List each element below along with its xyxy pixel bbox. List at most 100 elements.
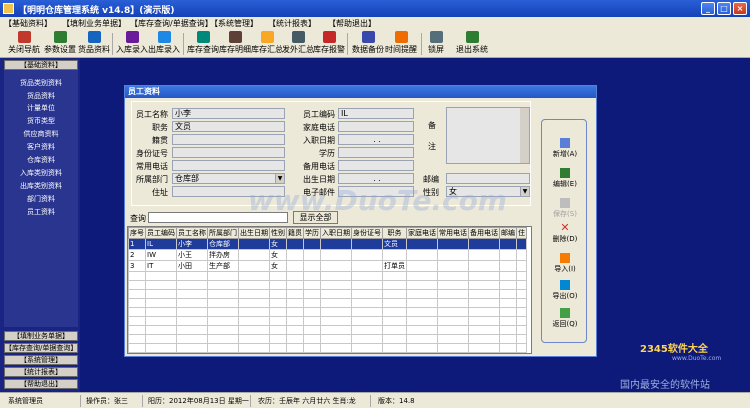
- lock-screen-button[interactable]: 锁屏: [428, 31, 444, 55]
- maximize-button[interactable]: □: [717, 2, 731, 15]
- backup-button[interactable]: 数据备份: [352, 31, 384, 55]
- remark-field[interactable]: [446, 107, 530, 164]
- table-cell: [382, 249, 407, 261]
- minimize-button[interactable]: _: [701, 2, 715, 15]
- dialog-title: 员工资料: [125, 86, 596, 98]
- menu-orders[interactable]: 【填制业务单据】: [62, 18, 126, 29]
- sidebar-item-customer[interactable]: 客户资料: [4, 142, 78, 152]
- sidebar-item-supplier[interactable]: 供应商资料: [4, 129, 78, 139]
- name-field[interactable]: 小李: [172, 108, 285, 119]
- menu-basic[interactable]: 【基础资料】: [4, 18, 52, 29]
- zip-field[interactable]: [446, 173, 530, 184]
- stock-out-button[interactable]: 出库录入: [148, 31, 180, 55]
- grid-header-cell[interactable]: 序号: [128, 227, 146, 239]
- table-cell: [406, 260, 438, 272]
- status-solar-date: 阳历：2012年08月13日 星期一: [148, 397, 249, 405]
- grid-header-cell[interactable]: 常用电话: [437, 227, 469, 239]
- grid-header-cell[interactable]: 备用电话: [468, 227, 500, 239]
- sidebar-item-goods[interactable]: 货品资料: [4, 91, 78, 101]
- edu-field[interactable]: [338, 147, 414, 158]
- empty-row: [128, 316, 527, 326]
- homephone-field[interactable]: [338, 121, 414, 132]
- sidebar-item-unit[interactable]: 计量单位: [4, 103, 78, 113]
- table-cell: [499, 260, 517, 272]
- delete-button[interactable]: ✕ 删除(D): [542, 221, 588, 244]
- grid-header-cell[interactable]: 邮编: [499, 227, 517, 239]
- close-nav-button[interactable]: 关闭导航: [8, 31, 40, 55]
- table-cell: [238, 238, 270, 250]
- outsource-summary-button[interactable]: 发外汇总: [282, 31, 314, 55]
- table-row[interactable]: 3 IT 小田 生产部 女 打单员: [128, 260, 527, 272]
- altphone-field[interactable]: [338, 160, 414, 171]
- close-button[interactable]: ×: [733, 2, 747, 15]
- stock-in-button[interactable]: 入库录入: [116, 31, 148, 55]
- grid-header-cell[interactable]: 所属部门: [207, 227, 239, 239]
- settings-button[interactable]: 参数设置: [44, 31, 76, 55]
- stock-summary-button[interactable]: 库存汇总: [251, 31, 283, 55]
- grid-header-cell[interactable]: 出生日期: [238, 227, 270, 239]
- stock-alarm-button[interactable]: 库存报警: [313, 31, 345, 55]
- chevron-down-icon[interactable]: ▼: [275, 173, 285, 184]
- nav-header-reports[interactable]: 【统计报表】: [4, 367, 78, 377]
- stock-query-button[interactable]: 库存查询: [187, 31, 219, 55]
- nav-header-help[interactable]: 【帮助退出】: [4, 379, 78, 389]
- save-icon: [560, 198, 570, 208]
- menu-inventory[interactable]: 【库存查询/单据查询】: [130, 18, 213, 29]
- sidebar-item-warehouse[interactable]: 仓库资料: [4, 155, 78, 165]
- grid-header-cell[interactable]: 家庭电话: [406, 227, 438, 239]
- stock-detail-button[interactable]: 库存明细: [219, 31, 251, 55]
- delete-icon: ✕: [560, 221, 570, 234]
- return-button[interactable]: 返回(Q): [542, 308, 588, 329]
- table-cell: [437, 249, 469, 261]
- status-role: 系统管理员: [8, 397, 43, 405]
- nav-header-basic[interactable]: 【基础资料】: [4, 60, 78, 70]
- nav-header-orders[interactable]: 【填制业务单据】: [4, 331, 78, 341]
- label-altphone: 备用电话: [303, 162, 335, 171]
- edit-button[interactable]: 编辑(E): [542, 168, 588, 189]
- joindate-field[interactable]: . .: [338, 134, 414, 145]
- grid-header-cell[interactable]: 性别: [269, 227, 287, 239]
- export-button[interactable]: 导出(O): [542, 280, 588, 301]
- grid-header-cell[interactable]: 职务: [382, 227, 407, 239]
- menu-reports[interactable]: 【统计报表】: [268, 18, 316, 29]
- save-button[interactable]: 保存(S): [542, 198, 588, 219]
- menu-system[interactable]: 【系统管理】: [210, 18, 258, 29]
- label-addr: 住址: [152, 188, 168, 197]
- status-lunar-date: 农历：壬辰年 六月廿六 生肖:龙: [258, 397, 356, 405]
- nav-header-system[interactable]: 【系统管理】: [4, 355, 78, 365]
- exit-system-button[interactable]: 退出系统: [456, 31, 488, 55]
- add-button[interactable]: 新增(A): [542, 138, 588, 159]
- employee-grid: 序号 员工编码 员工名称 所属部门 出生日期 性别 籍贯 学历 入职日期 身份证号 职务 家庭电话 常用…: [127, 226, 532, 354]
- table-cell: [320, 238, 352, 250]
- sidebar-item-goods-category[interactable]: 货品类别资料: [4, 78, 78, 88]
- remark-scrollbar[interactable]: [520, 108, 529, 163]
- nav-header-inventory[interactable]: 【库存查询/单据查询】: [4, 343, 78, 353]
- post-field[interactable]: 文员: [172, 121, 285, 132]
- sidebar-item-instock-category[interactable]: 入库类别资料: [4, 168, 78, 178]
- chevron-down-icon[interactable]: ▼: [520, 186, 530, 197]
- grid-header-cell[interactable]: 员工编码: [145, 227, 177, 239]
- code-field[interactable]: IL: [338, 108, 414, 119]
- sidebar-item-outstock-category[interactable]: 出库类别资料: [4, 181, 78, 191]
- sidebar-item-department[interactable]: 部门资料: [4, 194, 78, 204]
- grid-header-cell[interactable]: 身份证号: [351, 227, 383, 239]
- grid-header-cell[interactable]: 籍贯: [286, 227, 304, 239]
- time-reminder-button[interactable]: 时间提醒: [385, 31, 417, 55]
- grid-header-cell[interactable]: 住: [516, 227, 527, 239]
- table-cell: IW: [145, 249, 177, 261]
- import-button[interactable]: 导入(I): [542, 253, 588, 274]
- native-field[interactable]: [172, 134, 285, 145]
- sidebar-item-employee[interactable]: 员工资料: [4, 207, 78, 217]
- menu-help[interactable]: 【帮助退出】: [328, 18, 376, 29]
- dept-select[interactable]: 仓库部: [172, 173, 285, 184]
- grid-header-cell[interactable]: 员工名称: [176, 227, 208, 239]
- grid-header-cell[interactable]: 学历: [303, 227, 321, 239]
- birth-field[interactable]: . .: [338, 173, 414, 184]
- table-row[interactable]: 1 IL 小李 仓库部 女 文员: [128, 238, 527, 250]
- idcard-field[interactable]: [172, 147, 285, 158]
- table-row[interactable]: 2 IW 小王 拌办房 女: [128, 249, 527, 261]
- phone-field[interactable]: [172, 160, 285, 171]
- grid-header-cell[interactable]: 入职日期: [320, 227, 352, 239]
- goods-button[interactable]: 货品资料: [78, 31, 110, 55]
- sidebar-item-currency[interactable]: 货币类型: [4, 116, 78, 126]
